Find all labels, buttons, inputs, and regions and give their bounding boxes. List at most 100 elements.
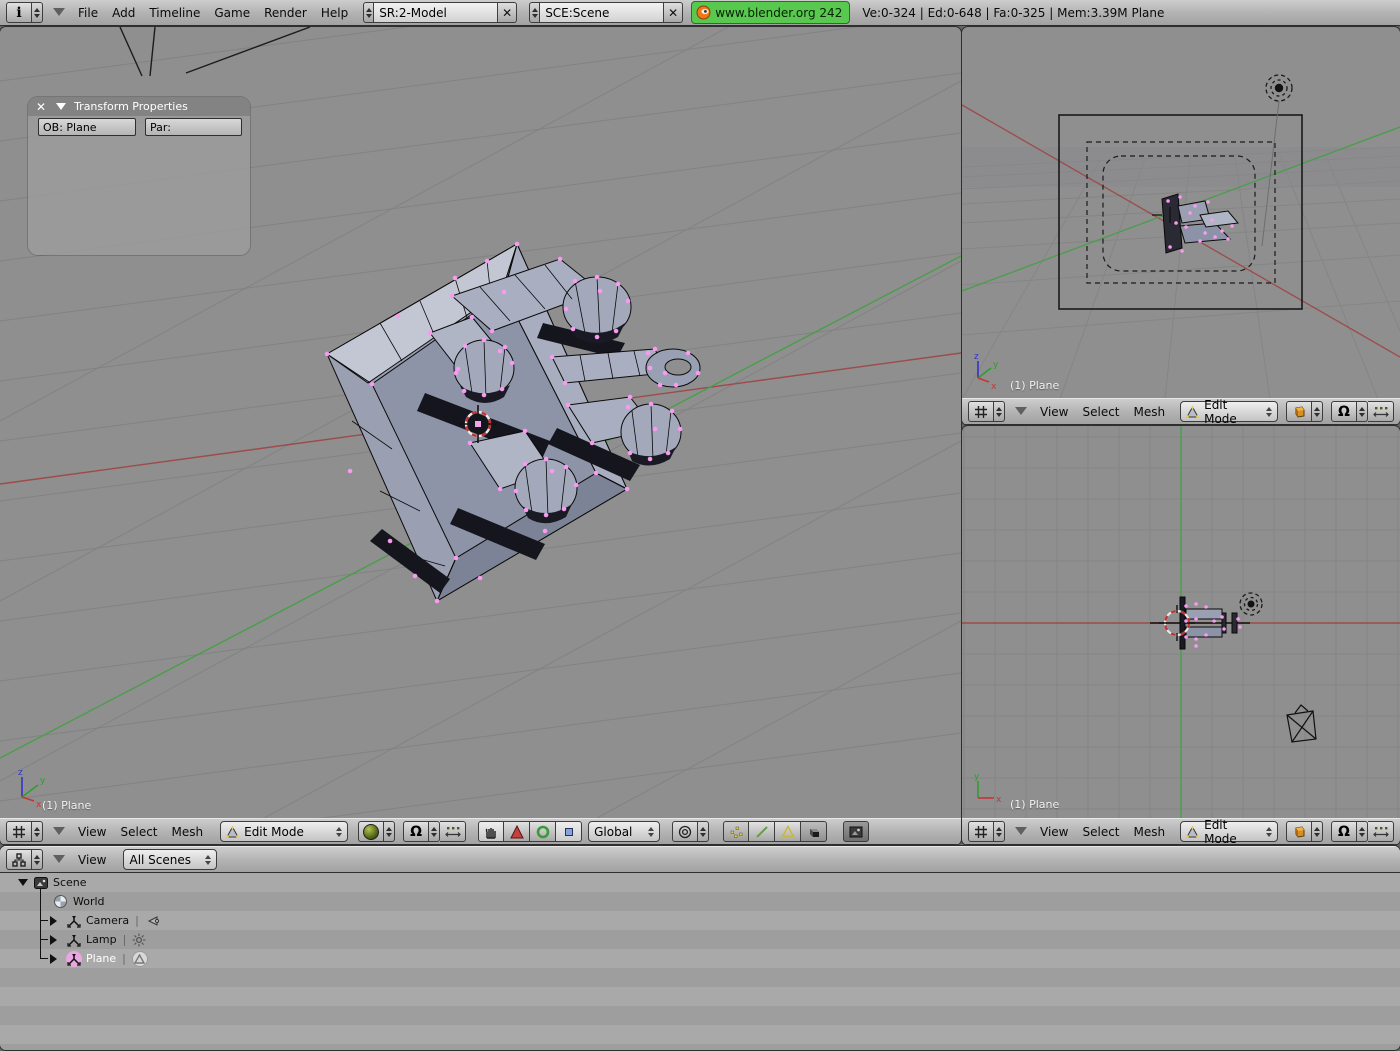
pivot-stepper[interactable] — [1357, 821, 1368, 842]
outliner-item-world[interactable]: World — [0, 892, 1400, 911]
pivot-group[interactable]: Ω — [1331, 401, 1394, 422]
menu-select[interactable]: Select — [1075, 405, 1126, 419]
screen-selector[interactable]: SR:2-Model ✕ — [363, 2, 517, 23]
pivot-stepper[interactable] — [429, 821, 440, 842]
expand-closed-icon[interactable] — [50, 916, 62, 926]
mode-dropdown[interactable]: Edit Mode — [1180, 401, 1278, 422]
camera-object-wires[interactable] — [120, 27, 310, 76]
scene-selector[interactable]: SCE:Scene ✕ — [529, 2, 683, 23]
outliner-item-label[interactable]: Lamp — [86, 933, 117, 946]
outliner-item-plane[interactable]: Plane | — [0, 949, 1400, 968]
header-collapse-icon[interactable] — [53, 827, 65, 841]
outliner-item-label[interactable]: World — [73, 895, 105, 908]
object-name-field[interactable]: OB: Plane — [38, 118, 136, 136]
screen-stepper[interactable] — [363, 2, 374, 23]
pivot-stepper[interactable] — [1357, 401, 1368, 422]
screen-name-field[interactable]: SR:2-Model — [374, 2, 498, 23]
menu-view[interactable]: View — [1033, 405, 1075, 419]
outliner-scope-dropdown[interactable]: All Scenes — [123, 849, 217, 870]
menu-mesh[interactable]: Mesh — [1127, 405, 1173, 419]
menu-view[interactable]: View — [1033, 825, 1075, 839]
draw-type-group[interactable] — [1286, 821, 1323, 842]
header-collapse-icon[interactable] — [53, 855, 65, 869]
proportional-stepper[interactable] — [698, 821, 709, 842]
outliner-item-label[interactable]: Plane — [86, 952, 116, 965]
pivot-group[interactable]: Ω — [1331, 821, 1394, 842]
info-window-icon[interactable]: i — [6, 2, 32, 23]
outliner-item-label[interactable]: Camera — [86, 914, 129, 927]
draw-type-stepper[interactable] — [1312, 401, 1323, 422]
manipulator-hand-icon[interactable] — [478, 821, 504, 842]
parent-field[interactable]: Par: — [145, 118, 242, 136]
main-3d-viewport[interactable]: zyx (1) Plane ✕ Transform Properties OB:… — [0, 26, 962, 846]
draw-type-group[interactable] — [358, 821, 395, 842]
menu-render[interactable]: Render — [257, 6, 314, 20]
snap-icon[interactable] — [440, 821, 466, 842]
editor-type-stepper[interactable] — [32, 849, 43, 870]
editor-type-stepper[interactable] — [994, 821, 1005, 842]
manipulator-rotate-icon[interactable] — [530, 821, 556, 842]
window-type-stepper[interactable] — [32, 2, 43, 23]
rotation-pivot-icon[interactable]: Ω — [403, 821, 429, 842]
header-collapse-icon[interactable] — [1015, 827, 1027, 841]
panel-close-icon[interactable]: ✕ — [36, 101, 46, 113]
outliner-panel[interactable]: View All Scenes Scene World — [0, 845, 1400, 1051]
snap-icon[interactable] — [1368, 401, 1394, 422]
draw-type-stepper[interactable] — [384, 821, 395, 842]
menu-select[interactable]: Select — [1075, 825, 1126, 839]
editor-type-group[interactable] — [968, 821, 1005, 842]
manipulator-translate-icon[interactable] — [504, 821, 530, 842]
expand-open-icon[interactable] — [18, 879, 28, 891]
transform-properties-panel[interactable]: ✕ Transform Properties OB: Plane Par: — [28, 97, 250, 255]
proportional-edit-icon[interactable] — [672, 821, 698, 842]
rotation-pivot-icon[interactable]: Ω — [1331, 401, 1357, 422]
scene-name-field[interactable]: SCE:Scene — [540, 2, 664, 23]
outliner-item-camera[interactable]: Camera | — [0, 911, 1400, 930]
editor-type-group[interactable] — [968, 401, 1005, 422]
solid-draw-icon[interactable] — [1286, 401, 1312, 422]
camera-viewport[interactable]: zyx (1) Plane View Select Mesh Edit Mode — [961, 26, 1400, 426]
outliner-editor-icon[interactable] — [6, 849, 32, 870]
window-type-button-group[interactable]: i — [6, 2, 43, 23]
editor-type-stepper[interactable] — [32, 821, 43, 842]
vertex-select-icon[interactable] — [723, 821, 749, 842]
rotation-pivot-icon[interactable]: Ω — [1331, 821, 1357, 842]
textured-draw-icon[interactable] — [358, 821, 384, 842]
editor-type-group[interactable] — [6, 821, 43, 842]
transform-panel-header[interactable]: ✕ Transform Properties — [28, 97, 250, 116]
face-select-icon[interactable] — [775, 821, 801, 842]
menu-view[interactable]: View — [71, 853, 113, 867]
draw-type-group[interactable] — [1286, 401, 1323, 422]
orientation-dropdown[interactable]: Global — [588, 821, 660, 842]
mesh-hand-object[interactable] — [327, 244, 700, 601]
3d-view-editor-icon[interactable] — [968, 821, 994, 842]
header-collapse-icon[interactable] — [1015, 407, 1027, 421]
menu-add[interactable]: Add — [105, 6, 142, 20]
menu-select[interactable]: Select — [113, 825, 164, 839]
menu-mesh[interactable]: Mesh — [165, 825, 211, 839]
occlude-geometry-icon[interactable] — [801, 821, 827, 842]
expand-closed-icon[interactable] — [50, 935, 62, 945]
top-view-viewport[interactable]: yx (1) Plane View Select Mesh Edit Mode — [961, 425, 1400, 846]
outliner-item-scene[interactable]: Scene — [0, 873, 1400, 892]
snap-icon[interactable] — [1368, 821, 1394, 842]
draw-type-stepper[interactable] — [1312, 821, 1323, 842]
camera-object[interactable] — [1287, 705, 1316, 742]
solid-draw-icon[interactable] — [1286, 821, 1312, 842]
expand-closed-icon[interactable] — [50, 954, 62, 964]
version-badge[interactable]: www.blender.org 242 — [691, 1, 850, 24]
top-viewport-canvas[interactable]: yx — [962, 426, 1400, 819]
3d-view-editor-icon[interactable] — [968, 401, 994, 422]
header-collapse-icon[interactable] — [53, 8, 65, 22]
scene-stepper[interactable] — [529, 2, 540, 23]
outliner-tree[interactable]: Scene World Camera | — [0, 873, 1400, 1051]
screen-close-icon[interactable]: ✕ — [498, 2, 517, 23]
editor-type-stepper[interactable] — [994, 401, 1005, 422]
mode-dropdown[interactable]: Edit Mode — [220, 821, 348, 842]
outliner-item-lamp[interactable]: Lamp | — [0, 930, 1400, 949]
menu-game[interactable]: Game — [207, 6, 257, 20]
mesh-hand-object-small[interactable] — [1152, 194, 1238, 253]
proportional-group[interactable] — [672, 821, 709, 842]
mode-dropdown[interactable]: Edit Mode — [1180, 821, 1278, 842]
menu-timeline[interactable]: Timeline — [142, 6, 207, 20]
